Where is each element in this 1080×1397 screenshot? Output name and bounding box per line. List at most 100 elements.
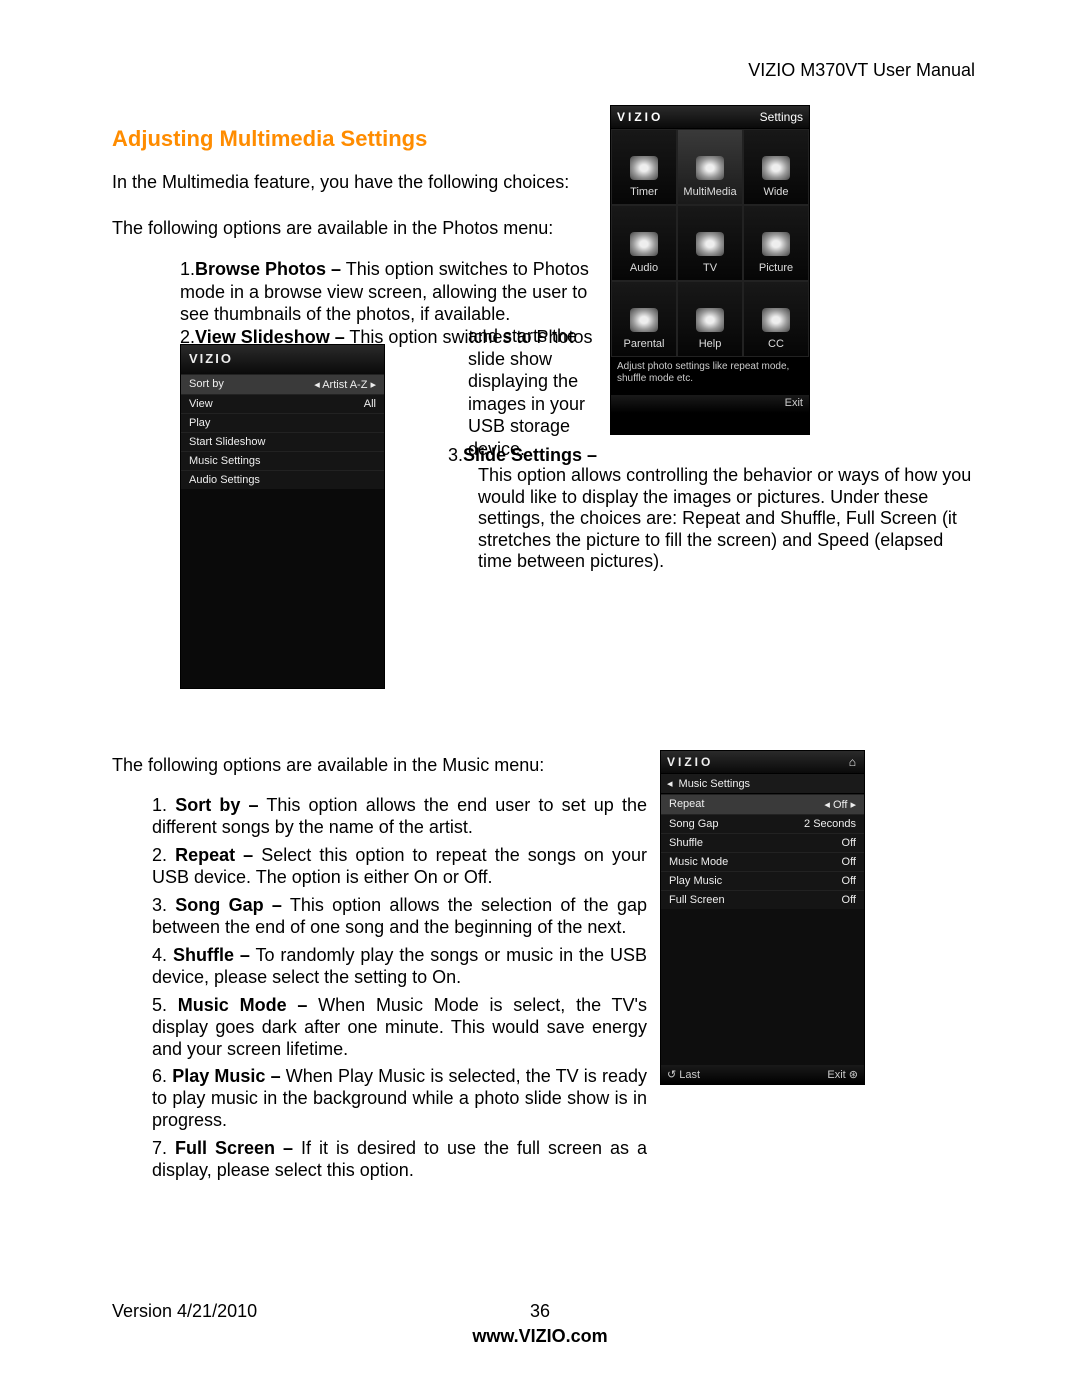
music-intro: The following options are available in t…	[112, 755, 544, 776]
osd-cell-cc[interactable]: CC	[743, 281, 809, 357]
music-option-7: 7. Full Screen – If it is desired to use…	[152, 1138, 647, 1182]
music-options-list: 1. Sort by – This option allows the end …	[152, 795, 647, 1188]
option-label: Repeat –	[175, 845, 253, 865]
osd-settings-grid: VIZIO Settings Timer MultiMedia Wide Aud…	[610, 105, 810, 435]
osd-cell-audio[interactable]: Audio	[611, 205, 677, 281]
row-value: ◂ Off ▸	[824, 798, 856, 811]
osd-cell-multimedia[interactable]: MultiMedia	[677, 129, 743, 205]
breadcrumb[interactable]: ◂ Music Settings	[661, 773, 864, 794]
music-option-6: 6. Play Music – When Play Music is selec…	[152, 1066, 647, 1132]
photos-option-1: 1.Browse Photos – This option switches t…	[180, 258, 600, 326]
wide-icon	[762, 156, 790, 180]
lock-icon	[630, 308, 658, 332]
music-option-1: 1. Sort by – This option allows the end …	[152, 795, 647, 839]
osd-row-audio-settings[interactable]: Audio Settings	[181, 470, 384, 489]
row-label: Start Slideshow	[189, 436, 265, 448]
photos-option-2-continued: and starts the slide show displaying the…	[468, 325, 598, 460]
osd-cell-label: Picture	[759, 262, 793, 274]
row-label: Play	[189, 417, 210, 429]
list-number: 7.	[152, 1138, 167, 1158]
row-value: Off	[842, 894, 856, 906]
row-label: Play Music	[669, 875, 722, 887]
footer-url: www.VIZIO.com	[0, 1326, 1080, 1347]
row-label: Music Mode	[669, 856, 728, 868]
back-arrow-icon[interactable]: ◂	[667, 777, 673, 790]
osd-row-music-mode[interactable]: Music Mode Off	[661, 852, 864, 871]
list-number: 3.	[152, 895, 167, 915]
row-value: Off	[842, 837, 856, 849]
row-label: Sort by	[189, 378, 224, 391]
exit-button[interactable]: Exit ⊛	[827, 1068, 858, 1081]
vizio-logo: VIZIO	[667, 755, 713, 769]
option-label: Full Screen –	[175, 1138, 293, 1158]
osd-row-music-settings[interactable]: Music Settings	[181, 451, 384, 470]
osd-cell-label: Wide	[763, 186, 788, 198]
osd-exit-bar: Exit	[611, 395, 809, 413]
list-number: 2.	[152, 845, 167, 865]
row-value: Off	[842, 875, 856, 887]
option-label: Song Gap –	[175, 895, 282, 915]
row-label: View	[189, 398, 213, 410]
osd-row-sortby[interactable]: Sort by ◂ Artist A-Z ▸	[181, 374, 384, 394]
picture-icon	[762, 232, 790, 256]
home-icon[interactable]: ⌂	[849, 755, 858, 769]
row-label: Song Gap	[669, 818, 719, 830]
multimedia-icon	[696, 156, 724, 180]
row-label: Full Screen	[669, 894, 725, 906]
tv-icon	[696, 232, 724, 256]
row-value: ◂ Artist A-Z ▸	[314, 378, 376, 391]
breadcrumb-label: Music Settings	[679, 778, 751, 790]
help-icon	[696, 308, 724, 332]
osd-row-repeat[interactable]: Repeat ◂ Off ▸	[661, 794, 864, 814]
osd-empty-area	[661, 909, 864, 1065]
osd-row-play[interactable]: Play	[181, 413, 384, 432]
osd-cell-label: Timer	[630, 186, 658, 198]
row-label: Shuffle	[669, 837, 703, 849]
row-value: Off	[842, 856, 856, 868]
section-title: Adjusting Multimedia Settings	[112, 126, 427, 152]
osd-photos-menu: VIZIO Sort by◂ Artist A-Z ▸ ViewAll Play…	[180, 344, 385, 689]
row-label: Music Settings	[189, 455, 261, 467]
osd-row-play-music[interactable]: Play Music Off	[661, 871, 864, 890]
osd-cell-label: Parental	[624, 338, 665, 350]
osd-grid: Timer MultiMedia Wide Audio TV Picture P…	[611, 129, 809, 357]
osd-title: Settings	[760, 110, 803, 124]
osd-cell-label: CC	[768, 338, 784, 350]
osd-titlebar: VIZIO Settings	[611, 106, 809, 129]
row-label: Audio Settings	[189, 474, 260, 486]
list-number: 1.	[180, 259, 195, 279]
list-number: 5.	[152, 995, 167, 1015]
osd-cell-tv[interactable]: TV	[677, 205, 743, 281]
osd-cell-picture[interactable]: Picture	[743, 205, 809, 281]
exit-button[interactable]: Exit	[785, 397, 803, 409]
option-label: Slide Settings –	[463, 445, 597, 465]
osd-row-shuffle[interactable]: Shuffle Off	[661, 833, 864, 852]
osd-cell-wide[interactable]: Wide	[743, 129, 809, 205]
osd-cell-help[interactable]: Help	[677, 281, 743, 357]
osd-cell-timer[interactable]: Timer	[611, 129, 677, 205]
list-number: 1.	[152, 795, 167, 815]
page: VIZIO M370VT User Manual Adjusting Multi…	[0, 0, 1080, 1397]
list-number: 3.	[448, 445, 463, 465]
row-label: Repeat	[669, 798, 704, 811]
option-label: Play Music –	[172, 1066, 280, 1086]
osd-row-full-screen[interactable]: Full Screen Off	[661, 890, 864, 909]
osd-titlebar: VIZIO ⌂	[661, 751, 864, 773]
vizio-logo: VIZIO	[617, 110, 663, 124]
photos-option-3: 3.Slide Settings –	[448, 445, 597, 466]
row-value: 2 Seconds	[804, 818, 856, 830]
list-number: 6.	[152, 1066, 167, 1086]
music-option-5: 5. Music Mode – When Music Mode is selec…	[152, 995, 647, 1061]
osd-row-song-gap[interactable]: Song Gap 2 Seconds	[661, 814, 864, 833]
intro-text-2: The following options are available in t…	[112, 218, 592, 239]
last-button[interactable]: ↺ Last	[667, 1068, 700, 1081]
osd-cell-parental[interactable]: Parental	[611, 281, 677, 357]
cc-icon	[762, 308, 790, 332]
osd-music-settings: VIZIO ⌂ ◂ Music Settings Repeat ◂ Off ▸ S…	[660, 750, 865, 1085]
list-number: 4.	[152, 945, 167, 965]
intro-text-1: In the Multimedia feature, you have the …	[112, 172, 592, 193]
doc-header: VIZIO M370VT User Manual	[748, 60, 975, 81]
osd-row-view[interactable]: ViewAll	[181, 394, 384, 413]
footer-page-number: 36	[0, 1301, 1080, 1322]
osd-row-start-slideshow[interactable]: Start Slideshow	[181, 432, 384, 451]
